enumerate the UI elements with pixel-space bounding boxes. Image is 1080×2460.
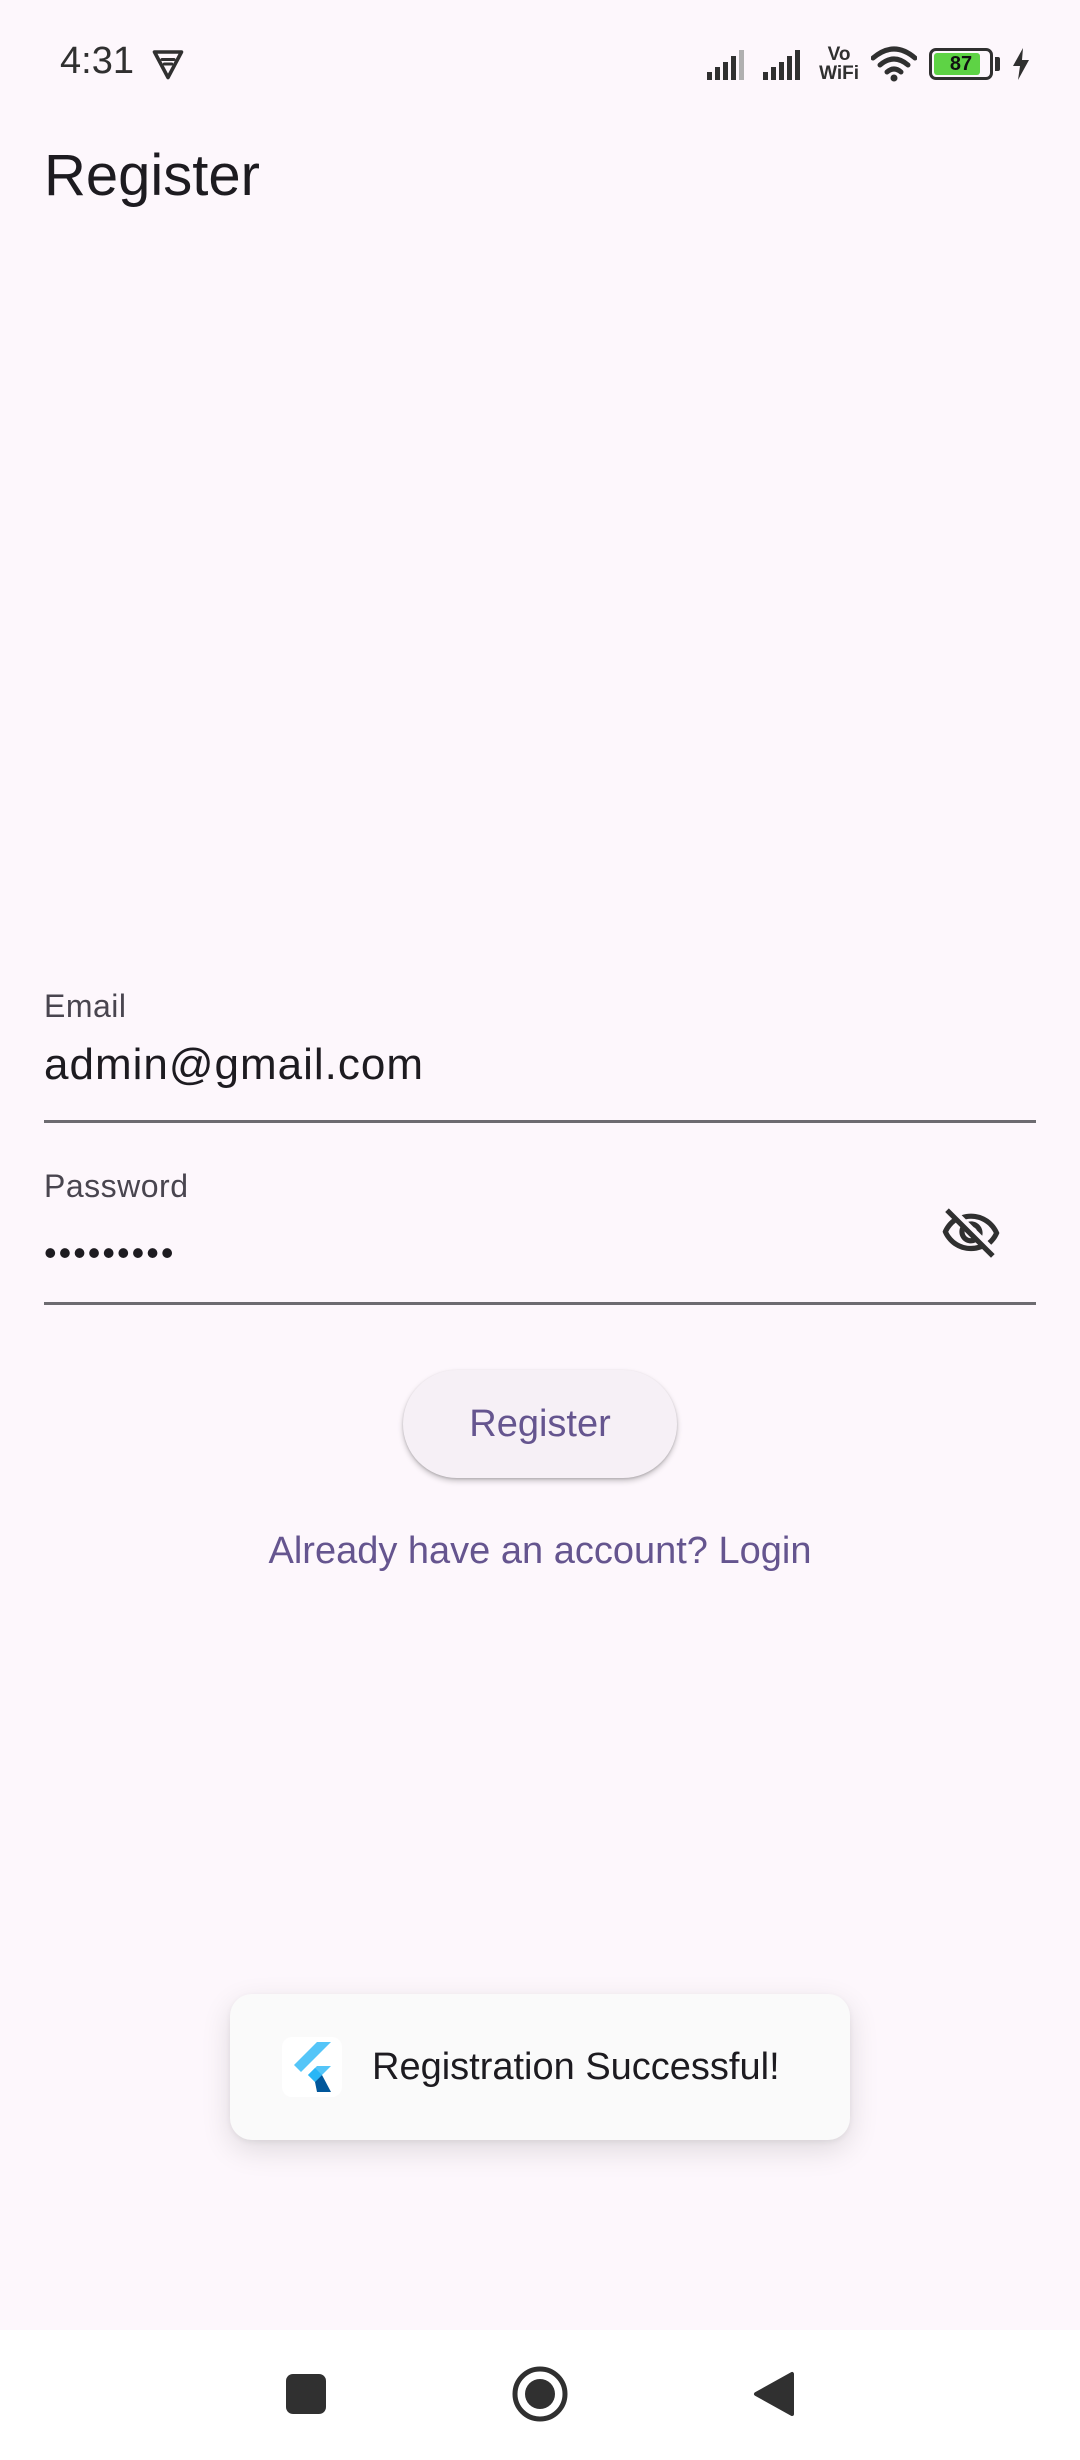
email-field[interactable]: Email admin@gmail.com: [44, 980, 1036, 1123]
signal-icon: [763, 50, 801, 80]
recents-button[interactable]: [266, 2354, 346, 2434]
toast-message: Registration Successful!: [372, 2045, 780, 2088]
register-screen: 4:31 Vo WiFi 87 Register Email admin@gma…: [0, 0, 1080, 2460]
page-title: Register: [44, 143, 260, 208]
battery-tip: [995, 57, 1000, 71]
vpn-icon: [152, 50, 184, 80]
back-triangle-icon: [754, 2372, 794, 2416]
back-button[interactable]: [734, 2354, 814, 2434]
home-circle-icon: [512, 2366, 568, 2422]
status-bar: 4:31 Vo WiFi 87: [0, 0, 1080, 130]
password-value[interactable]: •••••••••: [44, 1232, 175, 1274]
system-navigation-bar: [0, 2330, 1080, 2460]
signal-icon: [707, 50, 745, 80]
vowifi-bottom-text: WiFi: [819, 63, 859, 84]
status-time: 4:31: [60, 40, 134, 82]
battery-icon: 87: [929, 48, 993, 80]
register-button[interactable]: Register: [403, 1370, 677, 1478]
wifi-icon: [871, 46, 917, 82]
home-button[interactable]: [500, 2354, 580, 2434]
toast-notification: Registration Successful!: [230, 1994, 850, 2140]
password-label: Password: [44, 1168, 189, 1204]
password-field[interactable]: Password •••••••••: [44, 1160, 1036, 1305]
email-value[interactable]: admin@gmail.com: [44, 1040, 424, 1090]
recents-square-icon: [286, 2374, 326, 2414]
login-link[interactable]: Already have an account? Login: [0, 1530, 1080, 1573]
flutter-logo-icon: [282, 2037, 342, 2097]
vowifi-top-text: Vo: [827, 44, 851, 65]
visibility-off-icon: [942, 1208, 1000, 1258]
password-visibility-toggle[interactable]: [936, 1198, 1006, 1268]
battery-level: 87: [949, 52, 973, 75]
email-label: Email: [44, 988, 127, 1024]
status-icons: Vo WiFi 87: [707, 44, 1030, 84]
vowifi-icon: Vo WiFi: [819, 45, 859, 83]
charging-icon: [1013, 48, 1029, 80]
